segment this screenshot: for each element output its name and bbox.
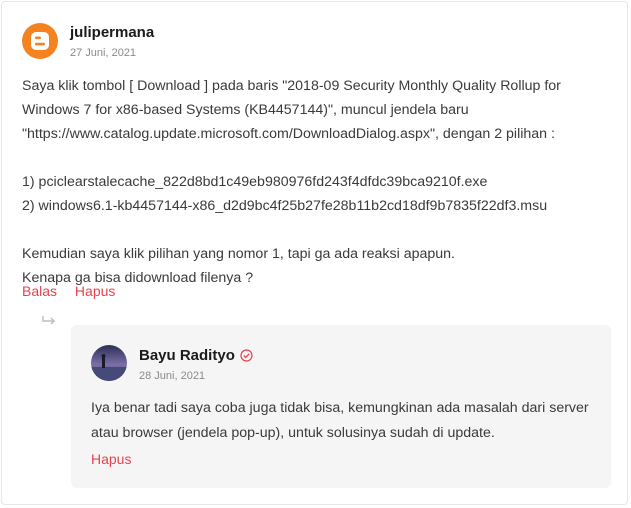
comment-actions: Balas Hapus (22, 283, 129, 299)
verified-check-icon (240, 349, 253, 362)
reply-body: Iya benar tadi saya coba juga tidak bisa… (91, 400, 589, 441)
reply-actions: Hapus (91, 451, 145, 467)
reply-delete-link[interactable]: Hapus (91, 451, 131, 467)
comment-body: Saya klik tombol [ Download ] pada baris… (22, 74, 612, 290)
avatar[interactable] (91, 345, 127, 381)
comment-paragraph: Saya klik tombol [ Download ] pada baris… (22, 78, 561, 142)
reply-author[interactable]: Bayu Radityo (139, 347, 253, 364)
comment-paragraph: 2) windows6.1-kb4457144-x86_d2d9bc4f25b2… (22, 198, 548, 214)
reply-link[interactable]: Balas (22, 283, 57, 299)
reply-author-name[interactable]: Bayu Radityo (139, 347, 235, 364)
comment-card: julipermana 27 Juni, 2021 Saya klik tomb… (1, 1, 628, 505)
reply-arrow-icon (41, 314, 57, 331)
delete-link[interactable]: Hapus (75, 283, 115, 299)
comment-paragraph: Kemudian saya klik pilihan yang nomor 1,… (22, 246, 455, 262)
blogger-icon[interactable] (22, 23, 58, 59)
comment-paragraph: 1) pciclearstalecache_822d8bd1c49eb98097… (22, 174, 488, 190)
comment-date: 27 Juni, 2021 (70, 47, 137, 59)
comment-author[interactable]: julipermana (70, 24, 154, 41)
reply-card: Bayu Radityo 28 Juni, 2021 Iya benar tad… (71, 325, 611, 488)
reply-date: 28 Juni, 2021 (139, 370, 206, 382)
